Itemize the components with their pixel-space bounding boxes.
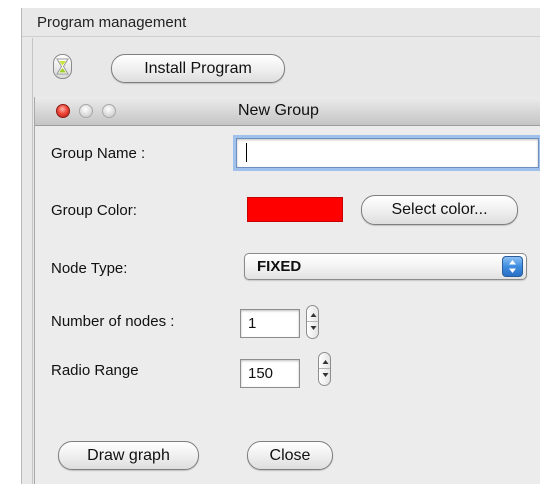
draw-graph-button[interactable]: Draw graph xyxy=(58,441,199,470)
radio-range-label: Radio Range xyxy=(51,362,139,379)
maximize-window-icon[interactable] xyxy=(102,104,116,118)
node-type-selected-value: FIXED xyxy=(257,258,302,275)
install-program-button[interactable]: Install Program xyxy=(111,54,285,83)
radio-range-input[interactable] xyxy=(240,359,300,388)
panel-border xyxy=(32,38,33,484)
stepper-down-icon[interactable] xyxy=(319,369,330,385)
hourglass-icon xyxy=(53,54,72,79)
node-type-select[interactable]: FIXED xyxy=(244,253,527,280)
group-color-label: Group Color: xyxy=(51,202,137,219)
select-color-button[interactable]: Select color... xyxy=(361,195,518,225)
stepper-down-icon[interactable] xyxy=(307,322,318,338)
close-window-icon[interactable] xyxy=(56,104,70,118)
close-button[interactable]: Close xyxy=(247,441,333,470)
number-of-nodes-label: Number of nodes : xyxy=(51,313,175,330)
group-name-label: Group Name : xyxy=(51,145,146,162)
dialog-title: New Group xyxy=(238,102,319,119)
group-name-input[interactable] xyxy=(236,138,539,168)
stepper-up-icon[interactable] xyxy=(307,306,318,322)
dialog-titlebar: New Group xyxy=(35,97,540,126)
select-arrows-icon xyxy=(502,256,523,277)
number-of-nodes-input[interactable] xyxy=(240,309,300,338)
text-caret xyxy=(246,143,247,162)
window-title: Program management xyxy=(37,14,187,31)
group-color-swatch xyxy=(247,197,343,222)
radio-range-stepper[interactable] xyxy=(318,352,331,386)
stepper-up-icon[interactable] xyxy=(319,353,330,369)
number-of-nodes-stepper[interactable] xyxy=(306,305,319,339)
minimize-window-icon[interactable] xyxy=(79,104,93,118)
node-type-label: Node Type: xyxy=(51,260,128,277)
title-divider xyxy=(22,36,540,37)
